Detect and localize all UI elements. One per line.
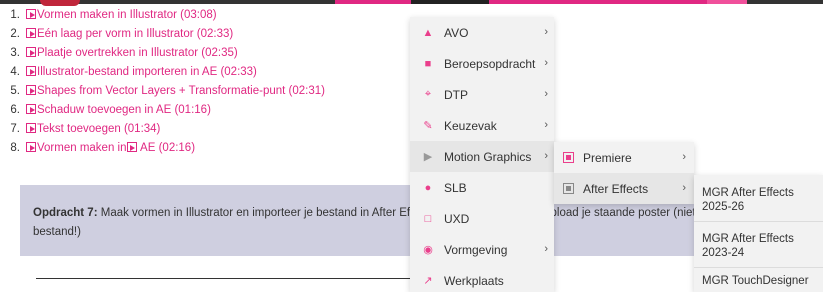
crop-icon: ⌖ (424, 88, 432, 100)
lesson-item[interactable]: 3. Plaatje overtrekken in Illustrator (02… (6, 44, 325, 63)
brush-icon: ✎ (423, 120, 433, 132)
chevron-right-icon: › (682, 151, 686, 163)
menu-item-slb[interactable]: ● SLB (410, 172, 554, 203)
lesson-link[interactable]: Illustrator-bestand importeren in AE (02… (37, 66, 257, 78)
chevron-right-icon: › (544, 243, 548, 255)
menu-separator (694, 267, 823, 268)
lesson-item[interactable]: 2. Eén laag per vorm in Illustrator (02:3… (6, 25, 325, 44)
chevron-right-icon: › (682, 182, 686, 194)
divider (36, 278, 416, 279)
lesson-list: 1. Vormen maken in Illustrator (03:08) 2.… (6, 6, 325, 158)
menu-item-keuzevak[interactable]: ✎ Keuzevak › (410, 110, 554, 141)
play-icon (126, 142, 137, 152)
menu-item-werkplaats[interactable]: ↗ Werkplaats (410, 265, 554, 292)
nav-segment-active[interactable] (411, 0, 489, 4)
film-icon (562, 152, 574, 164)
play-icon (26, 9, 36, 19)
menu-item-label: UXD (444, 211, 470, 226)
menu-item-label: Keuzevak (444, 118, 497, 133)
menu-item-vormgeving[interactable]: ◉ Vormgeving › (410, 234, 554, 265)
submenu-item-label: After Effects (583, 181, 649, 196)
play-icon (26, 104, 36, 114)
chevron-right-icon: › (544, 57, 548, 69)
menu-item-label: Beroepsopdracht (444, 56, 536, 71)
menu-item-uxd[interactable]: □ UXD (410, 203, 554, 234)
assignment-label: Opdracht 7: (33, 207, 98, 219)
lesson-link[interactable]: Tekst toevoegen (01:34) (37, 123, 160, 135)
nav-segment[interactable] (335, 0, 411, 4)
menu-item-avo[interactable]: ▲ AVO › (410, 17, 554, 48)
submenu-item-after-effects[interactable]: After Effects › (554, 173, 694, 204)
search-button[interactable] (707, 0, 747, 4)
lesson-item[interactable]: 6. Schaduw toevoegen in AE (01:16) (6, 101, 325, 120)
lesson-item[interactable]: 5. Shapes from Vector Layers + Transforma… (6, 82, 325, 101)
lesson-link[interactable]: Vormen maken in (37, 142, 127, 154)
briefcase-icon: ■ (424, 57, 432, 70)
play-icon (26, 47, 36, 57)
submenu-item-mgr-ae-2023[interactable]: MGR After Effects 2023-24 (694, 230, 823, 262)
play-icon (26, 85, 36, 95)
play-icon (26, 123, 36, 133)
menu-item-dtp[interactable]: ⌖ DTP › (410, 79, 554, 110)
submenu-motion-graphics: Premiere › After Effects › (554, 142, 694, 204)
lesson-link[interactable]: Shapes from Vector Layers + Transformati… (37, 85, 325, 97)
lesson-item[interactable]: 7. Tekst toevoegen (01:34) (6, 120, 325, 139)
submenu-item-mgr-ae-2025[interactable]: MGR After Effects 2025-26 (694, 184, 823, 216)
lesson-link[interactable]: Vormen maken in Illustrator (03:08) (37, 9, 217, 21)
lesson-item[interactable]: 8. Vormen maken in AE (02:16) (6, 139, 325, 158)
menu-item-motion-graphics[interactable]: ▶ Motion Graphics › (410, 141, 554, 172)
eye-icon: ◉ (423, 244, 433, 256)
layout-icon: □ (424, 212, 432, 225)
play-icon (26, 66, 36, 76)
nav-segment[interactable] (557, 0, 629, 4)
menu-separator (694, 221, 823, 222)
top-nav-bar (0, 0, 823, 4)
nav-segment[interactable] (489, 0, 557, 4)
menu-item-label: Werkplaats (444, 273, 504, 288)
chevron-right-icon: › (544, 150, 548, 162)
submenu-item-mgr-touchdesigner[interactable]: MGR TouchDesigner (694, 272, 823, 290)
chevron-right-icon: › (544, 88, 548, 100)
lesson-item[interactable]: 1. Vormen maken in Illustrator (03:08) (6, 6, 325, 25)
menu-item-label: DTP (444, 87, 468, 102)
lesson-link[interactable]: Eén laag per vorm in Illustrator (02:33) (37, 28, 233, 40)
chevron-right-icon: › (544, 26, 548, 38)
play-icon: ▶ (423, 151, 433, 163)
menu-item-label: Vormgeving (444, 242, 508, 257)
play-icon (26, 28, 36, 38)
lesson-item[interactable]: 4. Illustrator-bestand importeren in AE (… (6, 63, 325, 82)
menu-item-beroepsopdracht[interactable]: ■ Beroepsopdracht › (410, 48, 554, 79)
chat-icon: ● (424, 181, 432, 194)
megaphone-icon: ▲ (422, 26, 434, 39)
nav-segment[interactable] (629, 0, 707, 4)
lesson-link[interactable]: Plaatje overtrekken in Illustrator (02:3… (37, 47, 238, 59)
menu-item-label: SLB (444, 180, 467, 195)
submenu-item-label: Premiere (583, 150, 632, 165)
submenu-after-effects: MGR After Effects 2025-26 MGR After Effe… (694, 175, 823, 292)
menu-item-label: AVO (444, 25, 469, 40)
play-icon (26, 142, 36, 152)
lesson-link-suffix[interactable]: AE (02:16) (138, 142, 195, 154)
lesson-link[interactable]: Schaduw toevoegen in AE (01:16) (37, 104, 211, 116)
assignment-body: Maak vormen in Illustrator en importeer … (33, 207, 777, 238)
chevron-right-icon: › (544, 119, 548, 131)
dropdown-menu: ▲ AVO › ■ Beroepsopdracht › ⌖ DTP › ✎ Ke… (410, 17, 554, 292)
film-icon (562, 183, 574, 195)
wrench-icon: ↗ (423, 275, 433, 287)
menu-item-label: Motion Graphics (444, 149, 532, 164)
submenu-item-premiere[interactable]: Premiere › (554, 142, 694, 173)
